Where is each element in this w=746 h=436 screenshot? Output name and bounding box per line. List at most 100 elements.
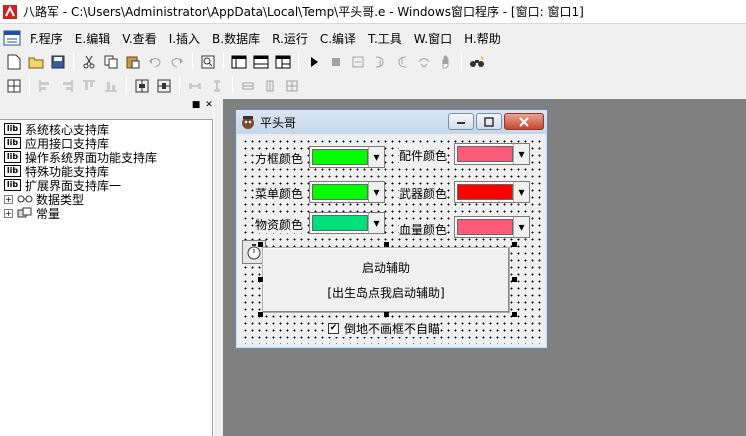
menu-tools[interactable]: T.工具 <box>362 30 408 47</box>
space-h-icon[interactable] <box>184 76 206 96</box>
combo-health-color[interactable]: ▾ <box>454 216 530 238</box>
new-icon[interactable] <box>3 52 25 72</box>
tree-item-constants[interactable]: + 常量 <box>0 206 60 221</box>
toolbar-separator <box>223 53 224 71</box>
label-weapon-color: 武器颜色 <box>399 185 448 202</box>
menu-program[interactable]: F.程序 <box>24 30 69 47</box>
dropdown-arrow-icon[interactable]: ▾ <box>513 217 529 237</box>
dropdown-arrow-icon[interactable]: ▾ <box>368 182 384 202</box>
expand-icon[interactable]: + <box>4 194 13 204</box>
align-left-icon[interactable] <box>34 76 56 96</box>
open-icon[interactable] <box>25 52 47 72</box>
panel-splitter[interactable] <box>213 99 223 436</box>
same-width-icon[interactable] <box>237 76 259 96</box>
align-bottom-icon[interactable] <box>100 76 122 96</box>
selection-handle[interactable] <box>512 312 517 317</box>
dropdown-arrow-icon[interactable]: ▾ <box>368 147 384 167</box>
menu-run[interactable]: R.运行 <box>266 30 314 47</box>
stop-icon[interactable] <box>325 52 347 72</box>
panel-pin-icon[interactable]: ■ <box>191 100 201 110</box>
save-icon[interactable] <box>47 52 69 72</box>
color-swatch <box>312 184 368 200</box>
combo-supply-color[interactable]: ▾ <box>309 212 385 234</box>
minimize-icon <box>457 121 465 124</box>
toolbar-separator <box>179 77 180 95</box>
title-bar: 八路军 - C:\Users\Administrator\AppData\Loc… <box>0 0 746 24</box>
form-design-canvas: 方框颜色 ▾ 配件颜色 ▾ 菜单颜色 ▾ 武器颜色 ▾ 物资颜色 ▾ 血量颜色 … <box>240 136 543 344</box>
color-swatch <box>312 215 368 231</box>
toolbar-separator <box>126 77 127 95</box>
window-title: 八路军 - C:\Users\Administrator\AppData\Loc… <box>23 5 584 19</box>
maximize-button[interactable] <box>476 113 502 130</box>
copy-icon[interactable] <box>100 52 122 72</box>
toolbar-separator <box>73 53 74 71</box>
binoculars-icon[interactable] <box>466 52 488 72</box>
menu-compile[interactable]: C.编译 <box>314 30 362 47</box>
same-size-icon[interactable] <box>281 76 303 96</box>
find-icon[interactable] <box>197 52 219 72</box>
menu-database[interactable]: B.数据库 <box>206 30 266 47</box>
combo-weapon-color[interactable]: ▾ <box>454 181 530 203</box>
center-v-icon[interactable] <box>153 76 175 96</box>
button-line-1: 启动辅助 <box>361 261 410 275</box>
combo-attachment-color[interactable]: ▾ <box>454 143 530 165</box>
selection-handle[interactable] <box>384 242 389 247</box>
expand-icon[interactable]: + <box>4 208 13 218</box>
align-top-icon[interactable] <box>78 76 100 96</box>
step-icon[interactable] <box>347 52 369 72</box>
run-to-cursor-icon[interactable] <box>413 52 435 72</box>
menu-view[interactable]: V.查看 <box>116 30 162 47</box>
checkbox-box[interactable]: ✔ <box>328 323 339 334</box>
color-swatch <box>457 219 513 235</box>
paste-icon[interactable] <box>122 52 144 72</box>
close-button[interactable] <box>504 113 544 130</box>
library-tree: lib 系统核心支持库 lib 应用接口支持库 lib 操作系统界面功能支持库 lib… <box>0 119 213 436</box>
minimize-button[interactable] <box>448 113 474 130</box>
combo-menu-color[interactable]: ▾ <box>309 181 385 203</box>
close-icon <box>519 116 529 127</box>
selection-handle[interactable] <box>258 312 263 317</box>
label-supply-color: 物资颜色 <box>255 216 304 233</box>
dropdown-arrow-icon[interactable]: ▾ <box>513 144 529 164</box>
label-frame-color: 方框颜色 <box>255 150 304 167</box>
library-icon: lib <box>4 165 21 177</box>
align-right-icon[interactable] <box>56 76 78 96</box>
selection-handle[interactable] <box>512 242 517 247</box>
center-h-icon[interactable] <box>131 76 153 96</box>
run-icon[interactable] <box>303 52 325 72</box>
step-into-icon[interactable] <box>369 52 391 72</box>
layout-2-icon[interactable] <box>250 52 272 72</box>
menu-edit[interactable]: E.编辑 <box>69 30 116 47</box>
space-v-icon[interactable] <box>206 76 228 96</box>
layout-1-icon[interactable] <box>228 52 250 72</box>
redo-icon[interactable] <box>166 52 188 72</box>
same-height-icon[interactable] <box>259 76 281 96</box>
hand-icon[interactable] <box>435 52 457 72</box>
grid-icon[interactable] <box>3 76 25 96</box>
start-assist-button[interactable]: 启动辅助 [出生岛点我启动辅助] <box>262 247 510 313</box>
app-logo-icon <box>3 4 17 19</box>
selection-handle[interactable] <box>512 277 517 282</box>
layout-3-icon[interactable] <box>272 52 294 72</box>
color-swatch <box>312 149 368 165</box>
no-box-when-down-checkbox[interactable]: ✔ 倒地不画框不自瞄 <box>328 320 441 337</box>
cut-icon[interactable] <box>78 52 100 72</box>
menu-help[interactable]: H.帮助 <box>458 30 507 47</box>
undo-icon[interactable] <box>144 52 166 72</box>
dropdown-arrow-icon[interactable]: ▾ <box>368 213 384 233</box>
label-health-color: 血量颜色 <box>399 221 448 238</box>
toolbar-separator <box>298 53 299 71</box>
step-out-icon[interactable] <box>391 52 413 72</box>
designer-form-window: 平头哥 方框颜色 ▾ 配件颜色 ▾ 菜单颜色 ▾ 武器颜色 ▾ 物资颜色 ▾ 血… <box>235 109 548 349</box>
support-library-panel: ■ ✕ lib 系统核心支持库 lib 应用接口支持库 lib 操作系统界面功能支持库… <box>0 99 218 436</box>
selection-handle[interactable] <box>258 242 263 247</box>
button-line-2: [出生岛点我启动辅助] <box>327 286 445 300</box>
selection-handle[interactable] <box>384 312 389 317</box>
doc-icon <box>3 30 21 46</box>
combo-frame-color[interactable]: ▾ <box>309 146 385 168</box>
menu-insert[interactable]: I.插入 <box>163 30 206 47</box>
dropdown-arrow-icon[interactable]: ▾ <box>513 182 529 202</box>
menu-window[interactable]: W.窗口 <box>408 30 458 47</box>
selection-handle[interactable] <box>258 277 263 282</box>
color-swatch <box>457 184 513 200</box>
